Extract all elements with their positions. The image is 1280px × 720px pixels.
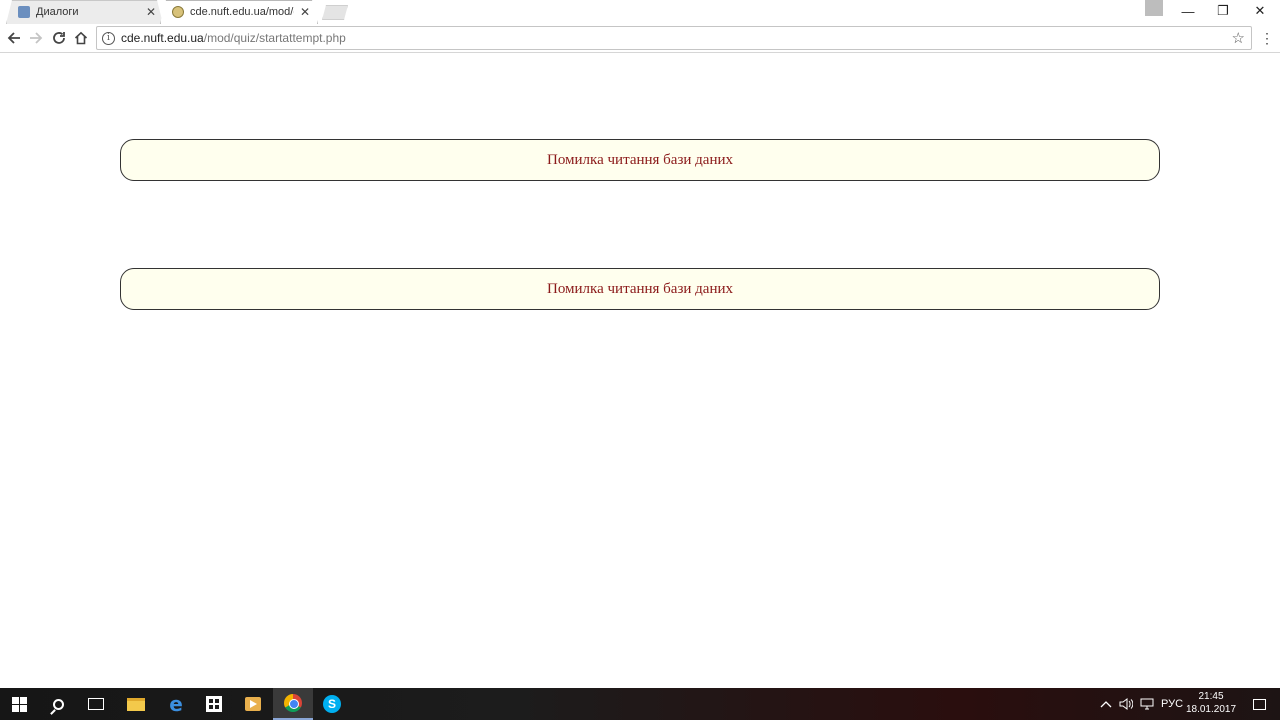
network-icon[interactable]	[1140, 688, 1154, 720]
tab-dialogs[interactable]: Диалоги ✕	[6, 0, 163, 24]
skype-icon: S	[323, 695, 341, 713]
tab-title: Диалоги	[36, 6, 79, 18]
browser-toolbar: i cde.nuft.edu.ua/mod/quiz/startattempt.…	[0, 24, 1280, 53]
taskbar: e S РУС 21:45 18.01.2017	[0, 688, 1280, 720]
search-button[interactable]	[38, 688, 78, 720]
skype-button[interactable]: S	[312, 688, 352, 720]
clock[interactable]: 21:45 18.01.2017	[1180, 690, 1242, 716]
tab-title: cde.nuft.edu.ua/mod/qu	[190, 6, 294, 18]
error-text: Помилка читання бази даних	[546, 280, 734, 297]
reload-icon[interactable]	[49, 28, 69, 48]
info-icon[interactable]: i	[102, 31, 115, 45]
url-text: cde.nuft.edu.ua/mod/quiz/startattempt.ph…	[121, 31, 346, 45]
notification-icon	[1252, 698, 1266, 710]
tray-chevron-icon[interactable]	[1100, 688, 1112, 720]
minimize-button[interactable]: —	[1170, 0, 1206, 22]
file-explorer-button[interactable]	[116, 688, 156, 720]
media-player-button[interactable]	[233, 688, 273, 720]
task-view-button[interactable]	[76, 688, 116, 720]
store-icon	[206, 696, 222, 712]
clock-date: 18.01.2017	[1185, 704, 1237, 715]
error-text: Помилка читання бази даних	[546, 151, 734, 168]
url-host: cde.nuft.edu.ua	[121, 31, 204, 45]
media-player-icon	[245, 697, 261, 711]
start-icon	[11, 696, 27, 712]
back-icon[interactable]	[4, 28, 24, 48]
moodle-icon	[172, 6, 184, 18]
edge-icon: e	[169, 692, 183, 716]
clock-time: 21:45	[1198, 691, 1224, 702]
dialog-icon	[18, 6, 30, 18]
restore-button[interactable]: ❐	[1205, 0, 1241, 22]
store-button[interactable]	[194, 688, 234, 720]
error-message: Помилка читання бази даних	[120, 139, 1160, 181]
error-message: Помилка читання бази даних	[120, 268, 1160, 310]
tab-quiz[interactable]: cde.nuft.edu.ua/mod/qu ✕	[160, 0, 318, 24]
window-close-button[interactable]: ✕	[1242, 0, 1278, 22]
edge-button[interactable]: e	[156, 688, 196, 720]
chrome-button[interactable]	[273, 688, 313, 720]
volume-icon[interactable]	[1119, 688, 1133, 720]
task-view-icon	[88, 698, 104, 710]
start-button[interactable]	[0, 688, 38, 720]
bookmark-star-icon[interactable]: ☆	[1232, 29, 1245, 47]
action-center-button[interactable]	[1244, 688, 1274, 720]
new-tab-button[interactable]	[322, 5, 348, 20]
home-icon[interactable]	[71, 28, 91, 48]
address-bar[interactable]: i cde.nuft.edu.ua/mod/quiz/startattempt.…	[96, 26, 1252, 50]
menu-icon[interactable]: ⋮	[1259, 28, 1275, 48]
forward-icon[interactable]	[26, 28, 46, 48]
search-icon	[52, 698, 64, 710]
close-icon[interactable]: ✕	[300, 5, 310, 19]
tab-strip: Диалоги ✕ cde.nuft.edu.ua/mod/qu ✕ — ❐ ✕	[0, 0, 1280, 24]
page-content: Помилка читання бази даних Помилка читан…	[0, 54, 1280, 688]
profile-icon[interactable]	[1145, 0, 1163, 16]
chrome-icon	[284, 694, 302, 712]
url-path: /mod/quiz/startattempt.php	[203, 31, 346, 45]
close-icon[interactable]: ✕	[146, 5, 156, 19]
file-explorer-icon	[127, 697, 145, 711]
